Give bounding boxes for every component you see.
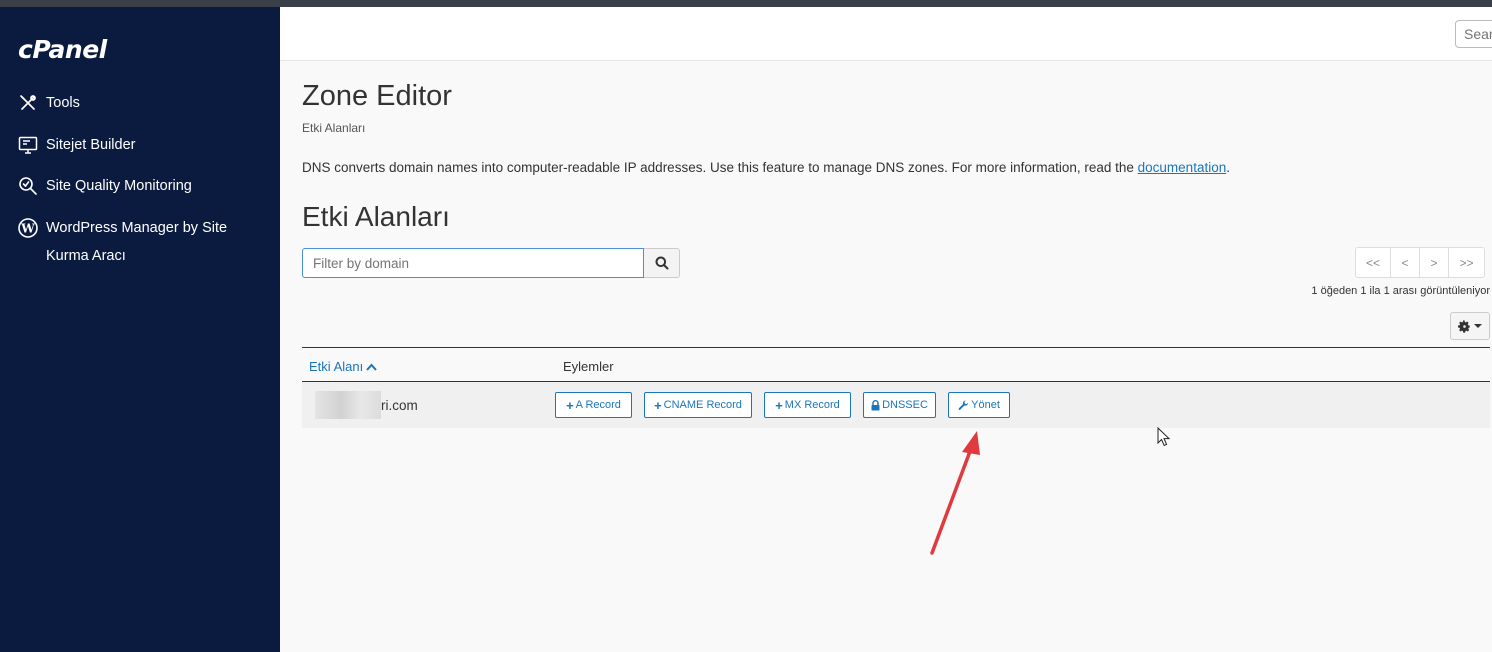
- button-label: CNAME Record: [663, 399, 742, 411]
- filter-search-button[interactable]: [644, 248, 680, 278]
- dnssec-button[interactable]: DNSSEC: [863, 392, 936, 418]
- plus-icon: +: [654, 397, 662, 413]
- main-content: Zone Editor Etki Alanları DNS converts d…: [302, 61, 1492, 652]
- button-label: A Record: [575, 399, 621, 411]
- wrench-icon: [958, 399, 969, 410]
- column-header-label: Etki Alanı: [309, 359, 364, 374]
- gear-icon: [1458, 319, 1470, 333]
- cname-record-button[interactable]: + CNAME Record: [644, 392, 752, 418]
- pager-first-button[interactable]: <<: [1355, 247, 1391, 278]
- sidebar: cPanel Tools Sitejet Builder Site Qualit…: [0, 7, 280, 652]
- pager-next-button[interactable]: >: [1419, 247, 1449, 278]
- domain-cell: ri.com: [315, 390, 418, 420]
- browser-top-strip: [0, 0, 1492, 7]
- plus-icon: +: [566, 397, 574, 413]
- settings-dropdown-button[interactable]: [1450, 312, 1490, 340]
- sidebar-item-wordpress-manager[interactable]: W WordPress Manager by Site Kurma Aracı: [18, 218, 248, 270]
- sidebar-item-label: Tools: [46, 95, 80, 111]
- monitor-icon: [18, 136, 38, 154]
- filter-domain-input[interactable]: [302, 248, 644, 278]
- page-info-text: 1 öğeden 1 ila 1 arası görüntüleniyor: [1311, 285, 1490, 297]
- button-label: MX Record: [784, 399, 840, 411]
- pager-last-button[interactable]: >>: [1448, 247, 1485, 278]
- pagination: << < > >>: [1355, 247, 1485, 278]
- redacted-domain-blur: [315, 391, 381, 419]
- description-text: DNS converts domain names into computer-…: [302, 160, 1138, 175]
- svg-text:W: W: [20, 222, 35, 236]
- search-icon: [655, 256, 668, 270]
- sidebar-item-label: WordPress Manager by Site Kurma Aracı: [46, 220, 228, 264]
- lock-icon: [871, 399, 880, 410]
- tools-icon: [20, 95, 36, 110]
- column-header-domain[interactable]: Etki Alanı: [309, 359, 377, 374]
- top-header: [280, 7, 1492, 61]
- documentation-link[interactable]: documentation: [1138, 160, 1227, 175]
- sidebar-item-sitejet-builder[interactable]: Sitejet Builder: [18, 135, 135, 159]
- manage-button[interactable]: Yönet: [948, 392, 1010, 418]
- cpanel-logo[interactable]: cPanel: [18, 35, 107, 64]
- plus-icon: +: [775, 397, 783, 413]
- sort-up-icon: [366, 363, 377, 371]
- search-check-icon: [19, 177, 37, 195]
- sidebar-item-label: Sitejet Builder: [46, 137, 136, 153]
- breadcrumb: Etki Alanları: [302, 121, 366, 135]
- page-description: DNS converts domain names into computer-…: [302, 160, 1230, 175]
- sidebar-item-tools[interactable]: Tools: [18, 93, 80, 117]
- a-record-button[interactable]: + A Record: [555, 392, 632, 418]
- section-title: Etki Alanları: [302, 201, 450, 232]
- button-label: DNSSEC: [882, 399, 928, 411]
- pager-prev-button[interactable]: <: [1390, 247, 1420, 278]
- description-end: .: [1226, 160, 1230, 175]
- column-header-actions: Eylemler: [563, 359, 614, 374]
- button-label: Yönet: [971, 399, 1000, 411]
- mx-record-button[interactable]: + MX Record: [764, 392, 851, 418]
- sidebar-item-label: Site Quality Monitoring: [46, 178, 192, 194]
- table-row: ri.com + A Record + CNAME Record + MX Re…: [302, 382, 1490, 428]
- mouse-cursor-icon: [1157, 427, 1171, 447]
- header-search-input[interactable]: [1455, 20, 1492, 48]
- caret-down-icon: [1474, 324, 1482, 328]
- table-header: Etki Alanı Eylemler: [302, 347, 1490, 382]
- wordpress-icon: W: [18, 218, 38, 238]
- page-title: Zone Editor: [302, 80, 452, 112]
- domains-table: Etki Alanı Eylemler ri.com + A Record + …: [302, 347, 1490, 428]
- domain-name: ri.com: [381, 397, 418, 413]
- sidebar-item-site-quality-monitoring[interactable]: Site Quality Monitoring: [18, 176, 192, 200]
- filter-group: [302, 248, 680, 278]
